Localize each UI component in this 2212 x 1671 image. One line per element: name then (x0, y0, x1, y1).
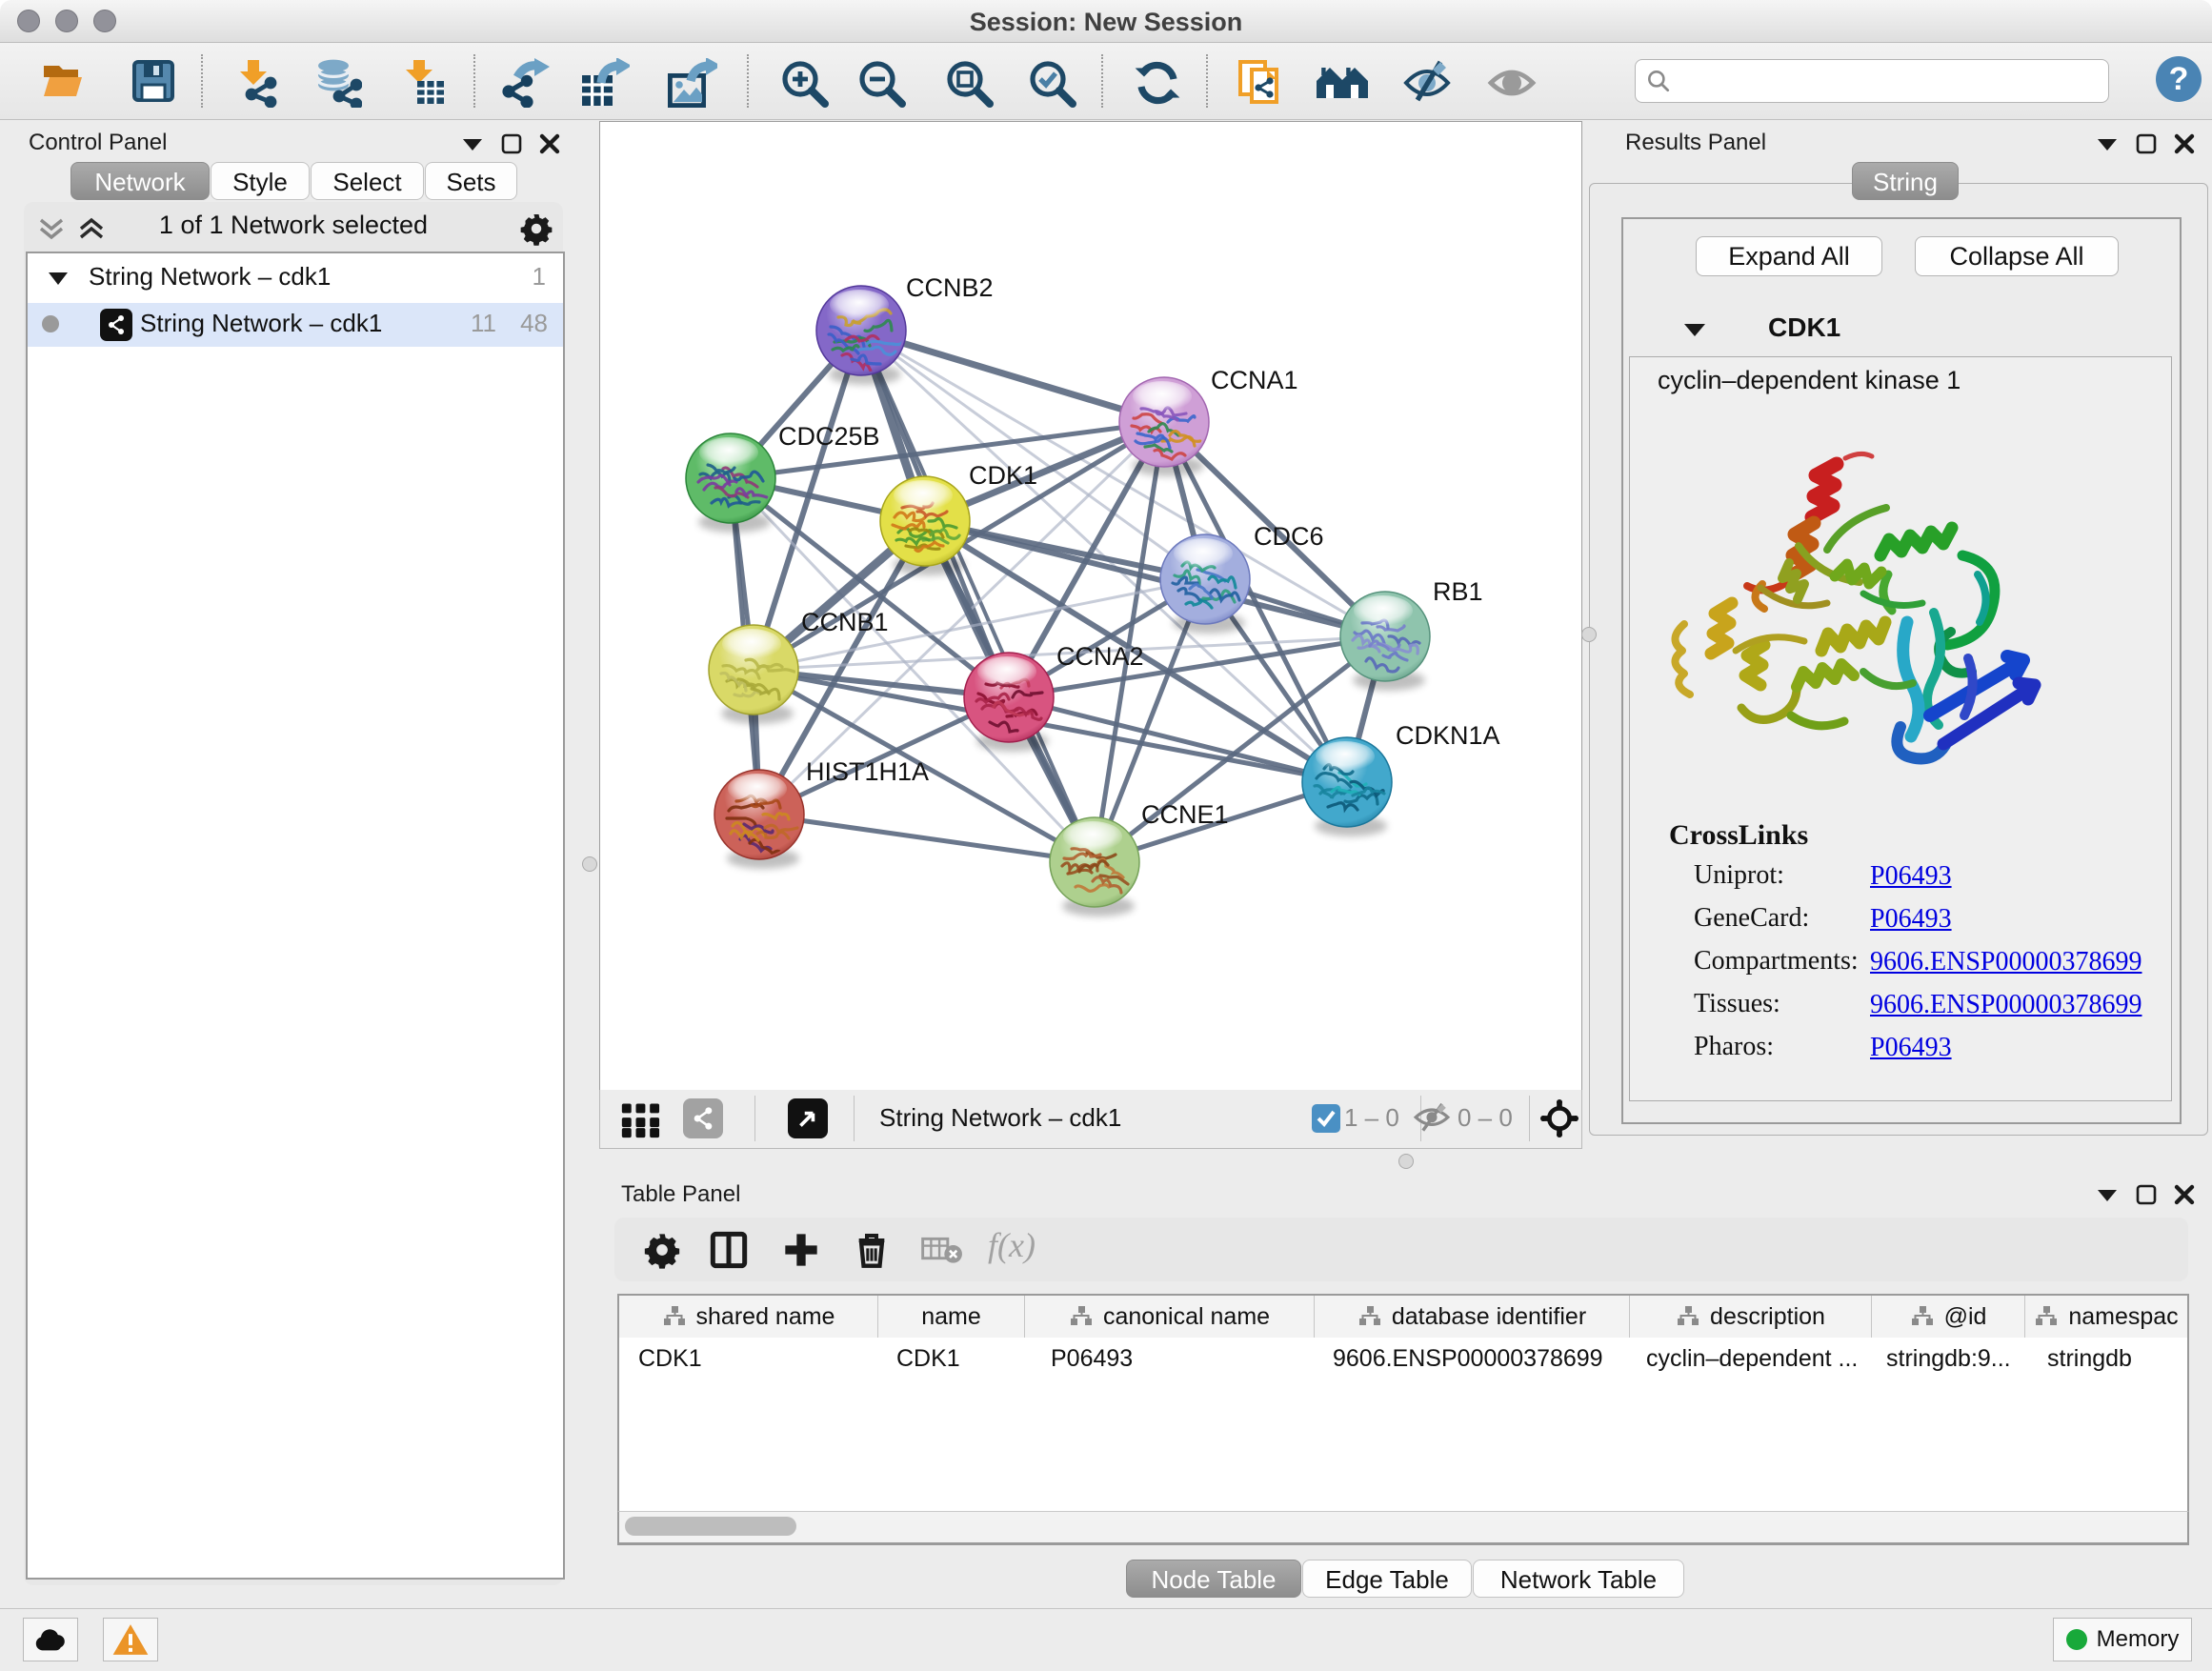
svg-text:CDKN1A: CDKN1A (1396, 721, 1500, 750)
svg-text:CCNB1: CCNB1 (801, 608, 889, 636)
svg-text:CDC6: CDC6 (1254, 522, 1324, 551)
svg-text:RB1: RB1 (1433, 577, 1483, 606)
svg-text:CCNA1: CCNA1 (1211, 366, 1298, 394)
svg-text:CCNE1: CCNE1 (1141, 800, 1229, 829)
svg-text:CDC25B: CDC25B (778, 422, 880, 451)
svg-text:CCNA2: CCNA2 (1056, 642, 1144, 671)
svg-text:CCNB2: CCNB2 (906, 273, 994, 302)
svg-text:CDK1: CDK1 (969, 461, 1037, 490)
svg-text:HIST1H1A: HIST1H1A (806, 757, 929, 786)
